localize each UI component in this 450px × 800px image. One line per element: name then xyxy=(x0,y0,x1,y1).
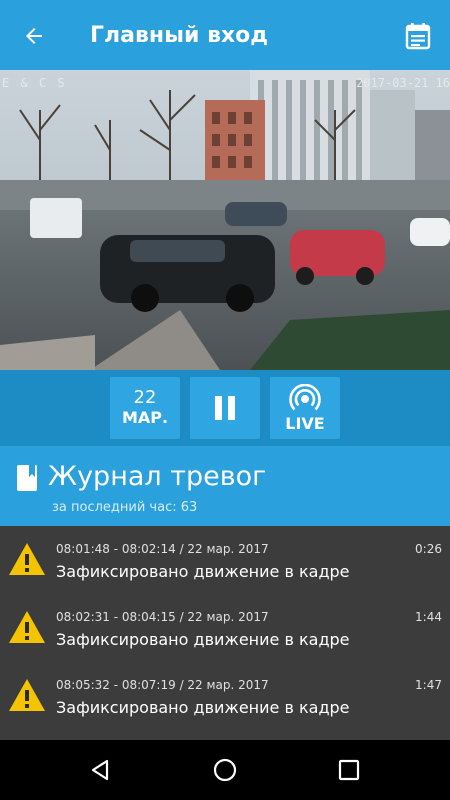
pause-icon xyxy=(215,396,235,420)
system-nav-bar xyxy=(0,740,450,800)
playback-controls: 22 МАР. LIVE xyxy=(0,370,450,446)
back-button[interactable] xyxy=(18,20,50,52)
alarm-duration: 0:26 xyxy=(415,542,442,556)
journal-subtitle: за последний час: 63 xyxy=(52,500,198,515)
alarm-time: 08:01:48 - 08:02:14 / 22 мар. 2017 xyxy=(56,542,269,556)
nav-back-button[interactable] xyxy=(84,754,116,786)
date-day: 22 xyxy=(133,387,157,408)
page-title: Главный вход xyxy=(90,23,269,48)
calendar-button[interactable] xyxy=(402,20,434,52)
pause-button[interactable] xyxy=(190,377,260,439)
journal-title: Журнал тревог xyxy=(48,461,267,492)
warning-icon xyxy=(9,611,45,643)
nav-recents-square-icon xyxy=(338,759,360,781)
alarm-list-item[interactable]: 08:01:48 - 08:02:14 / 22 мар. 2017 0:26 … xyxy=(0,526,450,594)
warning-icon xyxy=(9,543,45,575)
camera-view[interactable]: E & C S 2017-03-21 16 xyxy=(0,70,450,370)
bookmark-icon xyxy=(17,465,37,491)
live-label: LIVE xyxy=(285,414,325,433)
app-bar: Главный вход xyxy=(0,0,450,70)
live-button[interactable]: LIVE xyxy=(270,377,340,439)
date-picker-button[interactable]: 22 МАР. xyxy=(110,377,180,439)
alarm-list-item[interactable]: 08:05:32 - 08:07:19 / 22 мар. 2017 1:47 … xyxy=(0,662,450,730)
live-broadcast-icon xyxy=(289,384,321,411)
nav-home-circle-icon xyxy=(213,758,237,782)
camera-overlay-text: E & C S xyxy=(2,76,67,90)
alarm-time: 08:02:31 - 08:04:15 / 22 мар. 2017 xyxy=(56,610,269,624)
alarm-duration: 1:47 xyxy=(415,678,442,692)
warning-icon xyxy=(9,679,45,711)
alarm-duration: 1:44 xyxy=(415,610,442,624)
app-screen: Главный вход E & C S 2017-03-21 16 22 МА… xyxy=(0,0,450,800)
nav-recents-button[interactable] xyxy=(333,754,365,786)
alarm-text: Зафиксировано движение в кадре xyxy=(56,698,350,717)
alarm-text: Зафиксировано движение в кадре xyxy=(56,562,350,581)
alarm-list-item[interactable]: 08:02:31 - 08:04:15 / 22 мар. 2017 1:44 … xyxy=(0,594,450,662)
alarm-list: 08:01:48 - 08:02:14 / 22 мар. 2017 0:26 … xyxy=(0,526,450,740)
date-month: МАР. xyxy=(121,408,169,427)
calendar-icon xyxy=(405,23,431,50)
alarm-time: 08:05:32 - 08:07:19 / 22 мар. 2017 xyxy=(56,678,269,692)
alarm-text: Зафиксировано движение в кадре xyxy=(56,630,350,649)
nav-home-button[interactable] xyxy=(209,754,241,786)
nav-back-triangle-icon xyxy=(91,759,109,781)
camera-timestamp: 2017-03-21 16 xyxy=(356,76,450,90)
camera-frame-image xyxy=(0,70,450,370)
arrow-left-icon xyxy=(26,28,42,44)
alarm-journal-header: Журнал тревог за последний час: 63 xyxy=(0,446,450,526)
